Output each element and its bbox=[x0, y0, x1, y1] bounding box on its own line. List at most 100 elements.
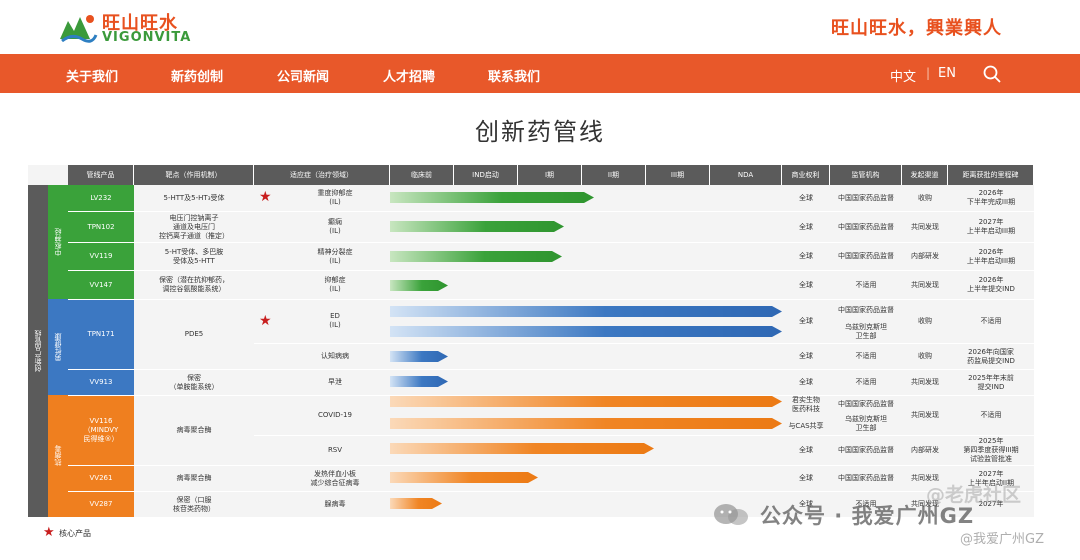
legend-star-icon: ★ bbox=[43, 525, 55, 540]
channel-cell: 共同发现 bbox=[911, 280, 939, 289]
subgroup-label-mens-health: 男性健康 bbox=[48, 299, 68, 395]
milestone-cell: 2026年 下半年完成III期 bbox=[966, 189, 1016, 206]
product-lv232: LV232 bbox=[68, 185, 134, 211]
header-target: 靶点（作用机制） bbox=[134, 165, 254, 185]
header-phase2: II期 bbox=[582, 165, 646, 185]
lang-en-link[interactable]: EN bbox=[938, 66, 956, 81]
milestone-cell: 2025年年末前 提交IND bbox=[968, 373, 1014, 391]
milestone-cell: 2027年 上半年启动III期 bbox=[966, 218, 1016, 235]
indication-cell: 癫痫 (IL) bbox=[328, 218, 342, 235]
milestone-cell: 2025年 第四季度获得III期 试验监管批准 bbox=[963, 437, 1019, 463]
progress-bar-tpn171-cognitive bbox=[390, 351, 448, 362]
regulator-cell: 中国国家药品监督 bbox=[838, 222, 894, 231]
channel-cell: 收购 bbox=[918, 352, 932, 360]
lang-cn-link[interactable]: 中文 bbox=[890, 66, 916, 85]
subgroup-label-cns: 中枢神经 bbox=[48, 185, 68, 299]
header-preclinical: 临床前 bbox=[390, 165, 454, 185]
pipeline-table: 管线产品 靶点（作用机制） 适应症（治疗领域） 临床前 IND启动 I期 II期… bbox=[28, 165, 1034, 517]
channel-cell: 共同发现 bbox=[911, 222, 939, 231]
wechat-icon bbox=[714, 504, 748, 525]
legend-label: 核心产品 bbox=[59, 529, 91, 538]
product-vv913: VV913 bbox=[68, 370, 134, 395]
progress-bar-tpn171-ed-cn bbox=[390, 306, 782, 317]
indication-cell: 重度抑郁症 (IL) bbox=[317, 189, 353, 206]
target-cell: 5-HTT及5-HT₃受体 bbox=[163, 193, 225, 202]
rights-cell: 全球 bbox=[799, 222, 813, 231]
rights-cell: 全球 bbox=[799, 446, 813, 454]
progress-bar-vv116-rsv bbox=[390, 443, 654, 454]
header-regulator: 监管机构 bbox=[830, 165, 902, 185]
top-header: 旺山旺水 VIGONVITA 旺山旺水，興業興人 bbox=[0, 0, 1080, 54]
group-label-innovation: 创新产品管线 bbox=[28, 185, 48, 517]
regulator-cell: 中国国家药品监督 bbox=[838, 193, 894, 202]
product-vv116: VV116 （MINDVY 民得维®） bbox=[68, 395, 134, 465]
progress-bar-vv116-covid-cn bbox=[390, 396, 782, 407]
product-vv287: VV287 bbox=[68, 492, 134, 517]
lang-separator: | bbox=[926, 66, 931, 80]
channel-cell: 收购 bbox=[918, 316, 932, 325]
nav-item-about[interactable]: 关于我们 bbox=[66, 66, 118, 85]
core-product-star-icon: ★ bbox=[259, 189, 272, 205]
nav-item-drug-discovery[interactable]: 新药创制 bbox=[171, 66, 223, 85]
rights-cell: 全球 bbox=[799, 474, 813, 482]
target-cell: 病毒聚合酶 bbox=[176, 425, 212, 434]
page-title: 创新药管线 bbox=[475, 118, 605, 146]
indication-cell: 腺病毒 bbox=[324, 500, 346, 508]
regulator-cell: 乌兹别克斯坦 卫生部 bbox=[845, 323, 887, 340]
main-nav: 关于我们 新药创制 公司新闻 人才招聘 联系我们 中文 | EN bbox=[0, 54, 1080, 93]
milestone-cell: 2026年 上半年启动III期 bbox=[966, 247, 1016, 265]
indication-cell: COVID-19 bbox=[318, 410, 352, 419]
target-cell: 病毒聚合酶 bbox=[176, 474, 212, 482]
regulator-cell: 中国国家药品监督 bbox=[838, 474, 894, 482]
progress-bar-vv119 bbox=[390, 251, 562, 262]
target-cell: 5-HT受体、多巴胺 受体及5-HTT bbox=[164, 247, 224, 265]
search-icon[interactable] bbox=[983, 65, 1001, 83]
indication-cell: 精神分裂症 (IL) bbox=[317, 247, 353, 265]
rights-cell: 全球 bbox=[799, 280, 813, 289]
rights-cell: 全球 bbox=[799, 193, 813, 202]
progress-bar-vv261 bbox=[390, 472, 538, 483]
logo-text-en: VIGONVITA bbox=[102, 30, 192, 45]
indication-cell: 认知病病 bbox=[321, 352, 349, 360]
indication-cell: 发热伴血小板 减少综合征病毒 bbox=[310, 469, 360, 487]
channel-cell: 共同发现 bbox=[911, 410, 939, 419]
regulator-cell: 不适用 bbox=[855, 352, 877, 360]
product-vv119: VV119 bbox=[68, 243, 134, 270]
progress-bar-vv147 bbox=[390, 280, 448, 291]
indication-cell: 早泄 bbox=[328, 378, 342, 386]
milestone-cell: 不适用 bbox=[980, 410, 1002, 419]
product-vv147: VV147 bbox=[68, 271, 134, 299]
rights-cell: 全球 bbox=[799, 252, 813, 260]
rights-cell: 与CAS共享 bbox=[788, 421, 824, 430]
header-phase3: III期 bbox=[646, 165, 710, 185]
header-channel: 发起渠道 bbox=[902, 165, 948, 185]
product-tpn171: TPN171 bbox=[68, 299, 134, 369]
rights-cell: 全球 bbox=[799, 378, 813, 386]
milestone-cell: 不适用 bbox=[980, 316, 1002, 325]
watermark-corner: @老虎社区 bbox=[926, 484, 1022, 506]
nav-item-careers[interactable]: 人才招聘 bbox=[383, 66, 435, 85]
target-cell: 保密 （单胺能系统） bbox=[169, 373, 219, 391]
company-logo[interactable]: 旺山旺水 VIGONVITA bbox=[58, 9, 192, 45]
progress-bar-lv232 bbox=[390, 192, 594, 203]
indication-cell: ED (IL) bbox=[329, 312, 341, 329]
rights-cell: 全球 bbox=[799, 352, 813, 360]
milestone-cell: 2026年 上半年提交IND bbox=[967, 276, 1015, 293]
product-vv261: VV261 bbox=[68, 466, 134, 491]
header-ind: IND启动 bbox=[454, 165, 518, 185]
progress-bar-vv287 bbox=[390, 498, 442, 509]
progress-bar-tpn102 bbox=[390, 221, 564, 232]
regulator-cell: 中国国家药品监督 bbox=[838, 252, 894, 260]
subgroup-label-antiviral: 抗病毒 bbox=[48, 395, 68, 517]
header-nda: NDA bbox=[710, 165, 782, 185]
progress-bar-vv913 bbox=[390, 376, 448, 387]
nav-item-contact[interactable]: 联系我们 bbox=[488, 66, 540, 85]
watermark-small: @我爱广州GZ bbox=[960, 532, 1044, 547]
regulator-cell: 不适用 bbox=[855, 280, 877, 289]
channel-cell: 收购 bbox=[918, 193, 932, 202]
nav-item-news[interactable]: 公司新闻 bbox=[277, 66, 329, 85]
logo-mountain-icon bbox=[60, 15, 98, 43]
target-cell: 保密（潜在抗抑郁药， 调控谷氨酸能系统） bbox=[159, 276, 229, 293]
milestone-cell: 2026年向国家 药监局提交IND bbox=[967, 347, 1015, 365]
indication-cell: 抑郁症 (IL) bbox=[324, 276, 346, 293]
